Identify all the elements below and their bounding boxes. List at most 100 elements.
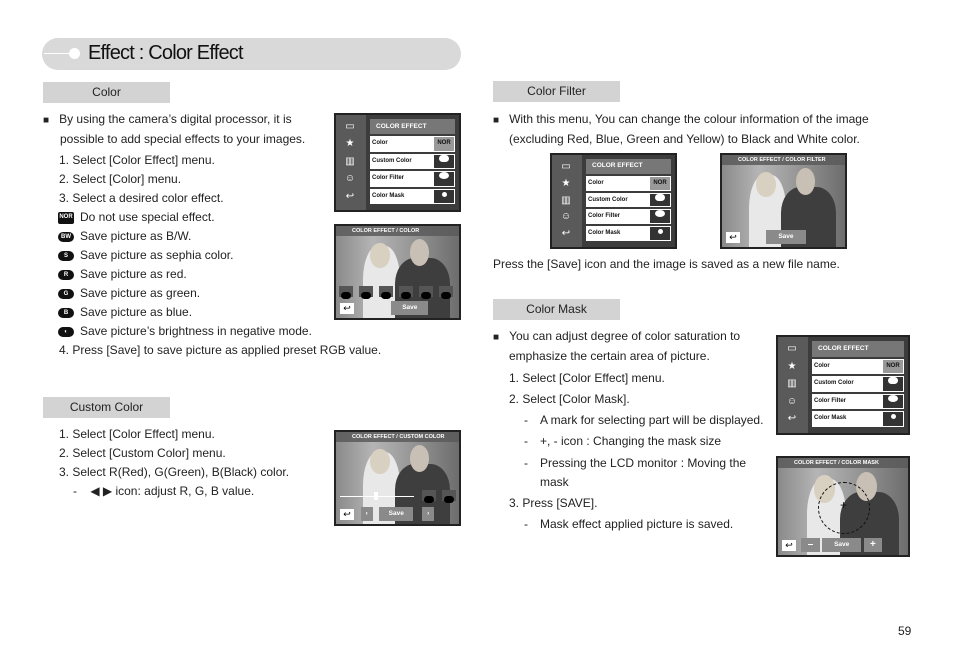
option-text: Save picture as B/W. [80,229,192,243]
bullet: ■ [43,115,50,126]
effect-chip-S[interactable] [359,286,373,299]
intro-line: By using the camera’s digital processor,… [59,112,292,126]
step: 2. Select [Color] menu. [59,172,182,186]
mask-steps: 1. Select [Color Effect] menu. 2. Select… [509,368,763,535]
effect-chip-BW[interactable] [339,286,353,299]
mask-minus-button[interactable]: – [801,538,820,552]
title-line-decoration [44,53,72,54]
custom-steps: 1. Select [Color Effect] menu. 2. Select… [59,425,289,501]
menu-item-value: NOR [883,359,903,374]
save-button[interactable]: Save [379,507,414,521]
menu-item-custom-color[interactable]: Custom Color [812,376,904,392]
menu-item-color[interactable]: Color NOR [586,175,671,191]
menu-item-label: Color Mask [814,415,847,422]
save-button[interactable]: Save [822,538,862,552]
menu-item-label: Color Filter [814,397,847,404]
back-button[interactable]: ↩ [782,540,796,551]
mask-intro: ■ You can adjust degree of color saturat… [493,327,740,366]
color-option: ◐ Save picture’s brightness in negative m… [58,322,381,341]
step: 4. Press [Save] to save picture as appli… [59,343,382,357]
color-intro: ■ By using the camera’s digital processo… [43,110,305,149]
color-option: G Save picture as green. [58,284,381,303]
effect-chip-R[interactable] [379,286,393,299]
option-text: Do not use special effect. [80,210,215,224]
section-label-color-mask: Color Mask [493,299,620,320]
menu-item-value [434,154,454,169]
option-text: Save picture as blue. [80,305,193,319]
menu-item-label: Custom Color [814,380,854,387]
menu-item-color-filter[interactable]: Color Filter [370,171,455,187]
filter-note: Press the [Save] icon and the image is s… [493,257,840,271]
effect-nor-icon: NOR [58,211,74,224]
intro-line: possible to add special effects to your … [60,132,306,146]
sub-step: mask [540,475,569,489]
menu-item-value [883,412,903,426]
frame-icon[interactable]: ▭ [342,121,358,133]
menu-header: COLOR EFFECT [812,341,904,357]
menu-item-color-filter[interactable]: Color Filter [586,209,671,225]
menu-item-value: NOR [434,137,454,151]
mask-crosshair-icon: + [840,498,848,512]
intro-line: emphasize the certain area of picture. [509,349,710,363]
effect-chip-negative[interactable] [439,286,453,299]
back-button[interactable]: ↩ [340,303,354,314]
face-icon[interactable]: ☺ [342,173,358,185]
menu-item-label: Color Mask [372,192,405,199]
step: 3. Select a desired color effect. [59,191,224,205]
right-arrow-button[interactable]: › [422,507,435,521]
save-button[interactable]: Save [391,301,429,315]
filter-intro: ■ With this menu, You can change the col… [493,110,869,149]
color-bars-icon[interactable]: ▥ [558,195,574,207]
color-effect-menu-screen: ▭ ★ ▥ ☺ ↩ COLOR EFFECT Color NOR Custom Color Col… [776,335,910,435]
frame-icon[interactable]: ▭ [558,161,574,173]
back-button[interactable]: ↩ [726,232,740,243]
face-icon[interactable]: ☺ [784,396,800,408]
step: 3. Select R(Red), G(Green), B(Black) col… [59,465,290,479]
color-steps: 1. Select [Color Effect] menu. 2. Select… [58,151,382,360]
section-label-color-filter: Color Filter [493,81,620,102]
effect-chip-B[interactable] [419,286,433,299]
menu-item-color[interactable]: Color NOR [812,358,904,375]
menu-item-color-mask[interactable]: Color Mask [812,411,904,427]
back-icon[interactable]: ↩ [784,413,800,425]
option-text: Save picture as sephia color. [80,248,234,262]
section-label-color: Color [43,82,170,103]
step: 1. Select [Color Effect] menu. [59,153,215,167]
effect-chip-G[interactable] [422,490,436,503]
menu-item-color[interactable]: Color NOR [370,136,455,152]
frame-icon[interactable]: ▭ [784,343,800,355]
effect-icon[interactable]: ★ [342,138,358,150]
page-number: 59 [898,624,912,638]
menu-item-custom-color[interactable]: Custom Color [370,153,455,170]
menu-item-color-mask[interactable]: Color Mask [586,226,671,241]
back-icon[interactable]: ↩ [342,191,358,203]
effect-chip-B[interactable] [442,490,456,503]
menu-item-value [883,377,903,391]
color-option: R Save picture as red. [58,265,381,284]
effect-icon[interactable]: ★ [784,361,800,373]
intro-line: (excluding Red, Blue, Green and Yellow) … [509,132,860,146]
effect-icon[interactable]: ★ [558,178,574,190]
save-button[interactable]: Save [766,230,806,244]
face-icon[interactable]: ☺ [558,211,574,223]
menu-header: COLOR EFFECT [370,119,455,135]
option-text: Save picture’s brightness in negative mo… [80,324,312,338]
effect-chip-G[interactable] [399,286,413,299]
step: 2. Select [Color Mask]. [509,392,630,406]
back-button[interactable]: ↩ [340,509,354,520]
color-bars-icon[interactable]: ▥ [342,156,358,168]
sub-step: Mask effect applied picture is saved. [540,517,734,531]
color-bars-icon[interactable]: ▥ [784,378,800,390]
menu-item-value: NOR [650,176,670,190]
effect-r-icon: R [58,269,74,280]
left-arrow-button[interactable]: ‹ [360,507,373,521]
menu-item-color-filter[interactable]: Color Filter [812,393,904,410]
menu-item-color-mask[interactable]: Color Mask [370,188,455,204]
menu-item-custom-color[interactable]: Custom Color [586,192,671,208]
intro-line: With this menu, You can change the colou… [509,112,869,126]
back-icon[interactable]: ↩ [558,228,574,240]
slider-handle[interactable] [374,492,378,500]
bullet: ■ [493,115,500,126]
mask-plus-button[interactable]: + [863,538,882,552]
menu-item-value [650,227,670,240]
